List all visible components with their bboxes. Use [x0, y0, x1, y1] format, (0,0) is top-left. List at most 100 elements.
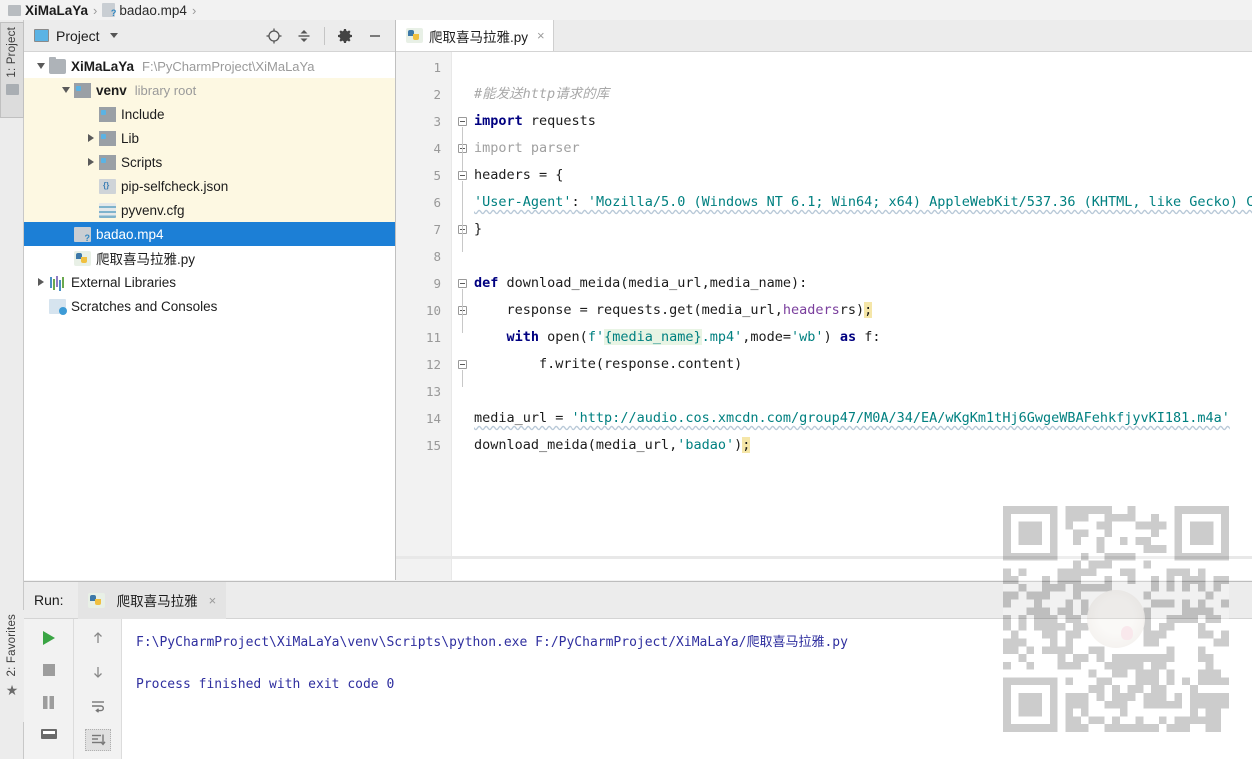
fold-region-bar — [462, 181, 463, 252]
code-line: response = requests.get(media_url,header… — [506, 302, 873, 318]
run-console-output[interactable]: F:\PyCharmProject\XiMaLaYa\venv\Scripts\… — [122, 619, 1252, 759]
tree-item-lib[interactable]: Lib — [24, 126, 395, 150]
code-fold-toggle[interactable] — [458, 360, 467, 369]
code-fold-toggle[interactable] — [458, 171, 467, 180]
line-number: 9 — [433, 276, 441, 291]
tree-item-pyvenv-cfg[interactable]: pyvenv.cfg — [24, 198, 395, 222]
line-number: 7 — [433, 222, 441, 237]
tree-item-scratches-and-consoles[interactable]: Scratches and Consoles — [24, 294, 395, 318]
close-icon[interactable]: × — [537, 28, 545, 43]
project-tree: XiMaLaYa F:\PyCharmProject\XiMaLaYa venv li… — [24, 52, 395, 318]
folder-icon — [99, 130, 116, 146]
tree-item-label: pip-selfcheck.json — [121, 178, 229, 194]
code-line: media_url = 'http://audio.cos.xmcdn.com/… — [474, 410, 1230, 426]
tree-item-label: pyvenv.cfg — [121, 202, 185, 218]
json-file-icon — [99, 178, 116, 194]
folder-icon — [8, 4, 21, 16]
tree-item-badao-mp4[interactable]: badao.mp4 — [24, 222, 395, 246]
tab-python-file[interactable]: 爬取喜马拉雅.py × — [396, 20, 554, 51]
code-folding-column[interactable] — [452, 52, 474, 580]
line-number: 1 — [433, 60, 441, 75]
line-number: 14 — [425, 411, 441, 426]
code-line: 'User-Agent': 'Mozilla/5.0 (Windows NT 6… — [474, 194, 1252, 210]
project-view-icon — [34, 29, 49, 42]
line-number: 13 — [425, 384, 441, 399]
collapse-all-icon[interactable] — [290, 23, 318, 49]
code-line: f.write(response.content) — [474, 356, 743, 372]
breadcrumb-item-project[interactable]: XiMaLaYa — [8, 3, 88, 18]
run-toolbar-secondary — [74, 619, 122, 759]
line-number: 12 — [425, 357, 441, 372]
code-line: import parser — [474, 140, 580, 156]
tabs-filler — [553, 20, 1252, 51]
tree-item-py[interactable]: 爬取喜马拉雅.py — [24, 246, 395, 270]
console-line: Process finished with exit code 0 — [136, 677, 395, 692]
settings-gear-icon[interactable] — [331, 23, 359, 49]
tree-item-ximalaya[interactable]: XiMaLaYa F:\PyCharmProject\XiMaLaYa — [24, 54, 395, 78]
tree-item-external-libraries[interactable]: External Libraries — [24, 270, 395, 294]
locate-target-icon[interactable] — [260, 23, 288, 49]
project-panel-title: Project — [56, 27, 100, 44]
code-text-column[interactable]: #能发送http请求的库 import requests import parser… — [474, 52, 1252, 580]
tree-item-pip-selfcheck-json[interactable]: pip-selfcheck.json — [24, 174, 395, 198]
chevron-down-icon[interactable] — [57, 87, 74, 93]
pycharm-window: XiMaLaYa › badao.mp4 › 1: Project 2: Fav… — [0, 0, 1252, 759]
scroll-down-button[interactable] — [85, 661, 111, 683]
chevron-down-icon[interactable] — [32, 63, 49, 69]
scroll-up-button[interactable] — [85, 627, 111, 649]
cfg-file-icon — [99, 202, 116, 218]
hide-panel-icon[interactable] — [361, 23, 389, 49]
tree-item-label: Scripts — [121, 154, 163, 170]
code-line: with open(f'{media_name}.mp4',mode='wb')… — [506, 329, 881, 345]
editor-horizontal-scrollbar[interactable] — [396, 556, 1252, 559]
tree-item-label: Scratches and Consoles — [71, 298, 218, 314]
tree-item-hint: library root — [134, 82, 197, 98]
tree-item-include[interactable]: Include — [24, 102, 395, 126]
chevron-down-icon[interactable] — [109, 33, 118, 38]
tree-item-venv[interactable]: venv library root — [24, 78, 395, 102]
sidebar-item-favorites[interactable]: 2: Favorites ★ — [0, 610, 24, 722]
scroll-to-end-button[interactable] — [84, 729, 111, 751]
tree-item-label: badao.mp4 — [96, 226, 164, 242]
python-file-icon — [74, 250, 91, 266]
code-editor[interactable]: 1 2 3 4 5 6 7 8 9 10 11 12 13 14 15 #能发送http请求的库 import… — [396, 52, 1252, 580]
tree-item-scripts[interactable]: Scripts — [24, 150, 395, 174]
tree-item-label: XiMaLaYa — [71, 58, 135, 74]
code-fold-toggle[interactable] — [458, 279, 467, 288]
close-icon[interactable]: × — [209, 593, 217, 608]
folder-icon — [74, 82, 91, 98]
keyboard-toggle-button[interactable] — [36, 723, 62, 745]
python-run-icon — [87, 592, 105, 608]
project-tool-window: Project XiMaLaYa F:\PyCharmProject\XiMaL… — [24, 20, 396, 580]
chevron-right-icon[interactable] — [82, 134, 99, 142]
fold-region-bar — [462, 289, 463, 333]
external-libraries-icon — [49, 275, 66, 290]
line-number: 8 — [433, 249, 441, 264]
soft-wrap-button[interactable] — [85, 695, 111, 717]
code-line: headers = { — [474, 167, 564, 183]
breadcrumb-item-file[interactable]: badao.mp4 — [102, 3, 187, 18]
tree-item-hint: F:\PyCharmProject\XiMaLaYa — [142, 58, 315, 74]
code-fold-toggle[interactable] — [458, 117, 467, 126]
stop-button[interactable] — [36, 659, 62, 681]
mp4-file-icon — [102, 3, 116, 18]
project-title-group[interactable]: Project — [34, 28, 260, 44]
fold-region-bar — [462, 370, 463, 387]
rail-label-favorites: 2: Favorites — [6, 614, 18, 677]
tree-item-label: venv — [96, 82, 127, 98]
chevron-right-icon[interactable] — [32, 278, 49, 286]
code-line: #能发送http请求的库 — [474, 86, 610, 102]
project-panel-toolbar — [260, 23, 389, 49]
pause-button[interactable] — [36, 691, 62, 713]
run-config-tab[interactable]: 爬取喜马拉雅 × — [77, 581, 227, 619]
line-number: 11 — [425, 330, 441, 345]
sidebar-item-project[interactable]: 1: Project — [0, 22, 24, 118]
folder-icon — [49, 56, 66, 74]
line-number: 6 — [433, 195, 441, 210]
tab-label: 爬取喜马拉雅.py — [429, 29, 529, 45]
chevron-right-icon[interactable] — [82, 158, 99, 166]
editor-tabs-bar: 爬取喜马拉雅.py × — [396, 20, 1252, 52]
project-panel-header: Project — [24, 20, 395, 52]
folder-icon — [99, 154, 116, 170]
run-button[interactable] — [36, 627, 62, 649]
